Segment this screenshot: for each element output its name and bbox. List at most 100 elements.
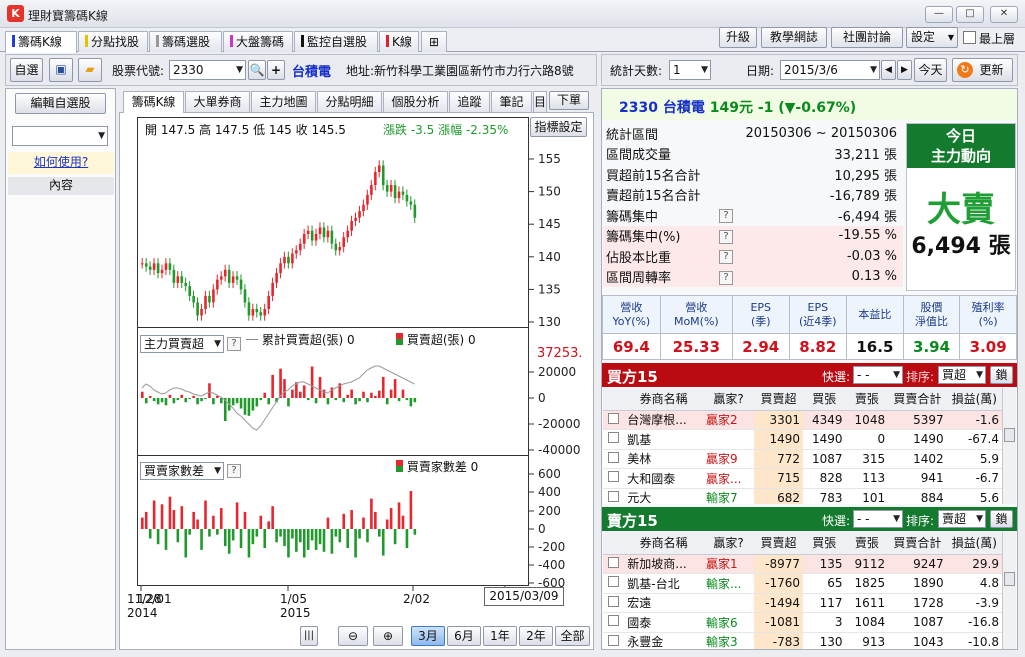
scroll-handle-icon[interactable]: ||| [300, 626, 318, 646]
column-header[interactable]: 贏家? [703, 532, 755, 555]
row-checkbox[interactable] [608, 471, 620, 483]
column-header[interactable]: 賣張 [845, 388, 889, 411]
help-icon[interactable]: ? [719, 229, 733, 244]
table-row[interactable]: 台灣摩根... 贏家2 3301 4349 1048 5397 -1.6 [603, 410, 1002, 430]
range-button-2[interactable]: 1年 [483, 626, 517, 646]
column-header[interactable]: 買張 [803, 388, 846, 411]
broker-name[interactable]: 台灣摩根... [624, 410, 703, 430]
chevron-down-icon: ▼ [870, 65, 877, 75]
sub1-bar [310, 366, 314, 398]
sell-lock-button[interactable]: 鎖 [990, 510, 1013, 528]
table-row[interactable]: 新加坡商... 贏家1 -8977 135 9112 9247 29.9 [603, 554, 1002, 574]
sub1-indicator-select[interactable]: 主力買賣超 ▼ [140, 335, 224, 353]
column-header[interactable]: 券商名稱 [624, 532, 703, 555]
table-row[interactable]: 國泰 輸家6 -1081 3 1084 1087 -16.8 [603, 612, 1002, 633]
broker-name[interactable]: 新加坡商... [624, 554, 703, 574]
sub1-bar-legend: 買賣超(張) 0 [396, 331, 476, 348]
fin-value: 2.94 [731, 333, 790, 360]
broker-name[interactable]: 凱基 [624, 429, 703, 450]
help-icon[interactable]: ? [227, 464, 241, 478]
row-checkbox[interactable] [608, 432, 620, 444]
topmost-checkbox[interactable] [963, 31, 976, 44]
broker-name[interactable]: 宏遠 [624, 593, 703, 613]
broker-name[interactable]: 國泰 [624, 612, 703, 633]
row-checkbox[interactable] [608, 556, 620, 568]
row-checkbox-cell [603, 410, 625, 430]
stat-value: 33,211 張 [834, 148, 897, 164]
sell-scrollbar[interactable] [1002, 532, 1016, 649]
close-icon[interactable]: ✕ [990, 6, 1018, 23]
sub1-bar [378, 390, 381, 398]
table-row[interactable]: 宏遠 -1494 117 1611 1728 -3.9 [603, 593, 1002, 613]
next-date-icon[interactable]: ▶ [897, 60, 912, 80]
sub2-indicator-select[interactable]: 買賣家數差 ▼ [140, 462, 224, 480]
date-input[interactable]: 2015/3/6 ▼ [780, 60, 880, 80]
sub2-bar [381, 529, 385, 556]
range-button-0[interactable]: 3月 [411, 626, 445, 646]
sub1-bar [397, 398, 401, 402]
broker-name[interactable]: 凱基-台北 [624, 573, 703, 594]
column-header[interactable]: 買賣合計 [888, 532, 947, 555]
buy-scrollbar[interactable] [1002, 388, 1016, 504]
broker-name[interactable]: 美林 [624, 449, 703, 469]
column-header[interactable]: 買賣超 [754, 388, 803, 411]
help-icon[interactable]: ? [719, 250, 733, 265]
row-checkbox[interactable] [608, 615, 620, 627]
forum-button[interactable]: 社團討論 [831, 27, 903, 48]
maximize-icon[interactable]: □ [956, 6, 984, 23]
row-checkbox[interactable] [608, 412, 620, 424]
table-row[interactable]: 元大 輸家7 682 783 101 884 5.6 [603, 488, 1002, 504]
row-checkbox[interactable] [608, 490, 620, 502]
buy-quick-select[interactable]: - - ▼ [853, 366, 903, 384]
column-header[interactable]: 買賣合計 [888, 388, 947, 411]
scroll-thumb[interactable] [1004, 572, 1015, 586]
scroll-thumb[interactable] [1004, 428, 1015, 442]
row-checkbox[interactable] [608, 451, 620, 463]
days-select[interactable]: 1 ▼ [669, 60, 711, 80]
column-header[interactable]: 買張 [803, 532, 846, 555]
x-tick-sublabel: 2014 [127, 606, 158, 620]
table-row[interactable]: 美林 贏家9 772 1087 315 1402 5.9 [603, 449, 1002, 469]
zoom-out-icon[interactable]: ⊖ [338, 626, 368, 646]
buy-lock-button[interactable]: 鎖 [990, 366, 1013, 384]
broker-name[interactable]: 元大 [624, 488, 703, 504]
range-button-1[interactable]: 6月 [447, 626, 481, 646]
column-header[interactable]: 賣張 [845, 532, 889, 555]
candle-body [393, 185, 397, 199]
column-header[interactable]: 贏家? [703, 388, 755, 411]
stat-label: 區間周轉率 [606, 271, 672, 287]
table-row[interactable]: 大和國泰 贏家... 715 828 113 941 -6.7 [603, 468, 1002, 489]
row-checkbox[interactable] [608, 595, 620, 607]
today-button[interactable]: 今天 [914, 58, 947, 82]
range-button-3[interactable]: 2年 [519, 626, 553, 646]
zoom-in-icon[interactable]: ⊕ [373, 626, 403, 646]
refresh-button[interactable]: ↻ 更新 [952, 58, 1013, 82]
sub1-bar [306, 398, 310, 401]
row-checkbox[interactable] [608, 634, 620, 646]
stat-label: 籌碼集中 [606, 209, 659, 225]
broker-name[interactable]: 永豐金 [624, 632, 703, 649]
settings-button[interactable]: 設定 ▼ [906, 27, 958, 48]
help-icon[interactable]: ? [227, 337, 241, 351]
sell-quick-select[interactable]: - - ▼ [853, 510, 903, 528]
column-header[interactable]: 損益(萬) [946, 532, 1002, 555]
prev-date-icon[interactable]: ◀ [881, 60, 896, 80]
buy-sort-select[interactable]: 買超 ▼ [938, 366, 986, 384]
teaching-blog-button[interactable]: 教學網誌 [761, 27, 827, 48]
column-header[interactable]: 買賣超 [754, 532, 803, 555]
minimize-icon[interactable]: — [925, 6, 953, 23]
sell-cell: 1825 [845, 573, 889, 594]
help-icon[interactable]: ? [719, 270, 733, 285]
column-header[interactable]: 損益(萬) [946, 388, 1002, 411]
broker-name[interactable]: 大和國泰 [624, 468, 703, 489]
table-row[interactable]: 凱基-台北 輸家... -1760 65 1825 1890 4.8 [603, 573, 1002, 594]
row-checkbox[interactable] [608, 576, 620, 588]
help-icon[interactable]: ? [719, 209, 733, 224]
range-button-4[interactable]: 全部 [555, 626, 590, 646]
sell-sort-select[interactable]: 賣超 ▼ [938, 510, 986, 528]
candle-body [204, 295, 207, 309]
column-header[interactable]: 券商名稱 [624, 388, 703, 411]
upgrade-button[interactable]: 升級 [719, 27, 757, 48]
table-row[interactable]: 凱基 1490 1490 0 1490 -67.4 [603, 429, 1002, 450]
table-row[interactable]: 永豐金 輸家3 -783 130 913 1043 -10.8 [603, 632, 1002, 649]
